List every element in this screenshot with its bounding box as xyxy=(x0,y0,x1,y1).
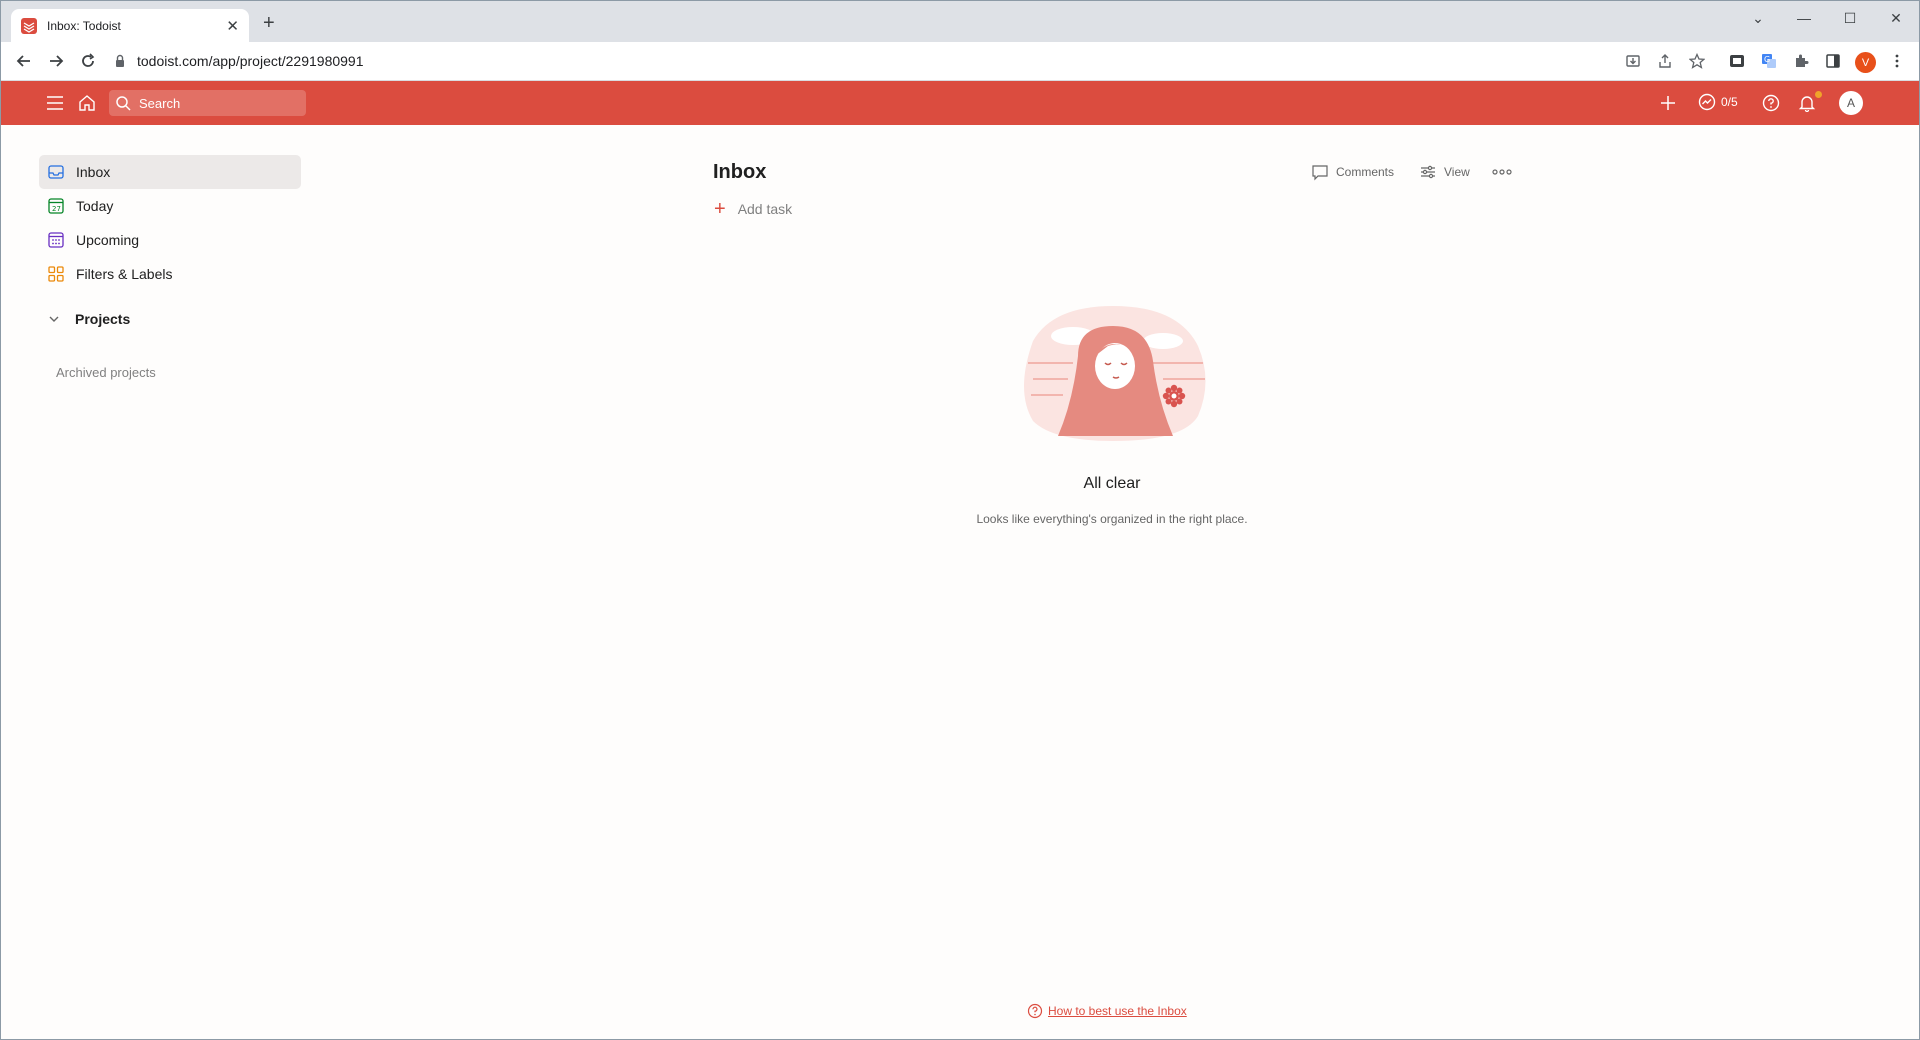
sliders-icon xyxy=(1421,165,1435,179)
add-task-label: Add task xyxy=(737,201,793,217)
productivity-button[interactable]: 0/5 xyxy=(1698,93,1738,111)
archived-projects-link[interactable]: Archived projects xyxy=(56,365,156,380)
svg-text:27: 27 xyxy=(52,205,61,213)
sidebar-item-today[interactable]: 27 Today xyxy=(39,189,301,223)
help-button[interactable] xyxy=(1759,91,1783,115)
maximize-button[interactable]: ☐ xyxy=(1835,7,1865,29)
omnibox[interactable]: todoist.com/app/project/2291980991 xyxy=(113,47,1603,75)
sidebar-item-label: Filters & Labels xyxy=(76,266,173,282)
help-circle-icon xyxy=(1762,94,1780,112)
add-task-button[interactable]: + Add task xyxy=(714,198,793,220)
projects-section-toggle[interactable]: Projects xyxy=(47,311,130,327)
comments-label: Comments xyxy=(1336,165,1395,179)
todoist-logo-icon xyxy=(21,17,37,34)
plus-icon xyxy=(1661,96,1675,110)
chevron-down-icon xyxy=(49,316,59,322)
search-icon xyxy=(116,96,131,111)
minimize-button[interactable]: — xyxy=(1789,7,1819,29)
translate-icon[interactable]: G xyxy=(1759,51,1779,71)
sidebar-item-label: Upcoming xyxy=(76,232,140,248)
app-top-bar: 0/5 A xyxy=(1,81,1919,125)
page-title: Inbox xyxy=(713,161,767,183)
sidebar-item-filters-labels[interactable]: Filters & Labels xyxy=(39,257,301,291)
empty-state-title: All clear xyxy=(1083,475,1141,492)
empty-state-subtitle: Looks like everything's organized in the… xyxy=(976,512,1248,526)
tab-title: Inbox: Todoist xyxy=(47,18,121,33)
search-box[interactable] xyxy=(109,90,306,116)
sidebar-item-label: Today xyxy=(76,198,114,214)
bookmark-star-icon[interactable] xyxy=(1687,51,1707,71)
sidebar-item-upcoming[interactable]: Upcoming xyxy=(39,223,301,257)
browser-window: Inbox: Todoist ✕ + ⌄ — ☐ ✕ todoist.com/a… xyxy=(0,0,1920,1040)
close-window-button[interactable]: ✕ xyxy=(1881,7,1911,29)
calendar-grid-icon xyxy=(47,231,65,249)
user-avatar[interactable]: A xyxy=(1839,91,1863,115)
search-input[interactable] xyxy=(139,95,289,111)
url-text: todoist.com/app/project/2291980991 xyxy=(137,53,364,69)
tab-strip: Inbox: Todoist ✕ + ⌄ — ☐ ✕ xyxy=(1,1,1919,42)
extension-box-icon[interactable] xyxy=(1727,51,1747,71)
tab-close-icon[interactable]: ✕ xyxy=(226,17,239,35)
home-icon xyxy=(79,95,95,111)
more-horizontal-icon xyxy=(1492,169,1512,175)
more-actions-button[interactable] xyxy=(1491,163,1520,181)
svg-text:G: G xyxy=(1764,55,1770,64)
view-label: View xyxy=(1444,165,1470,179)
share-icon[interactable] xyxy=(1655,51,1675,71)
plus-icon: + xyxy=(714,198,726,220)
browser-tab[interactable]: Inbox: Todoist ✕ xyxy=(11,9,249,42)
lock-icon xyxy=(116,54,124,67)
calendar-today-icon: 27 xyxy=(47,197,65,215)
help-inbox-link[interactable]: How to best use the Inbox xyxy=(1027,1003,1187,1019)
bell-icon xyxy=(1798,96,1816,112)
quick-add-button[interactable] xyxy=(1656,91,1680,115)
tab-search-icon[interactable]: ⌄ xyxy=(1743,7,1773,29)
filters-grid-icon xyxy=(47,265,65,283)
reload-icon xyxy=(82,53,95,67)
sidebar: Inbox 27 Today Upcoming Filters & Labels… xyxy=(1,125,311,1039)
reload-button[interactable] xyxy=(77,50,99,72)
back-button[interactable] xyxy=(13,50,35,72)
forward-button[interactable] xyxy=(45,50,67,72)
help-circle-icon xyxy=(1027,1003,1043,1019)
projects-heading: Projects xyxy=(75,311,131,327)
address-bar-row: todoist.com/app/project/2291980991 G xyxy=(1,42,1919,81)
sidebar-item-label: Inbox xyxy=(76,164,111,180)
productivity-trend-icon xyxy=(1698,93,1716,111)
chrome-menu-icon[interactable] xyxy=(1887,51,1907,71)
menu-toggle-button[interactable] xyxy=(43,91,67,115)
browser-profile-avatar[interactable]: V xyxy=(1855,52,1876,73)
notification-dot xyxy=(1815,91,1822,98)
hamburger-icon xyxy=(47,96,63,110)
comments-button[interactable]: Comments xyxy=(1311,163,1394,181)
extensions-puzzle-icon[interactable] xyxy=(1791,51,1811,71)
forward-arrow-icon xyxy=(50,55,64,67)
install-app-icon[interactable] xyxy=(1623,51,1643,71)
new-tab-button[interactable]: + xyxy=(263,13,275,33)
sidebar-item-inbox[interactable]: Inbox xyxy=(39,155,301,189)
karma-count: 0/5 xyxy=(1721,95,1738,109)
back-arrow-icon xyxy=(16,55,30,67)
help-inbox-link-text: How to best use the Inbox xyxy=(1048,1004,1187,1018)
empty-state-illustration xyxy=(1024,306,1206,441)
view-button[interactable]: View xyxy=(1419,163,1470,181)
inbox-icon xyxy=(47,163,65,181)
side-panel-icon[interactable] xyxy=(1823,51,1843,71)
comment-icon xyxy=(1312,165,1328,181)
home-button[interactable] xyxy=(75,91,99,115)
